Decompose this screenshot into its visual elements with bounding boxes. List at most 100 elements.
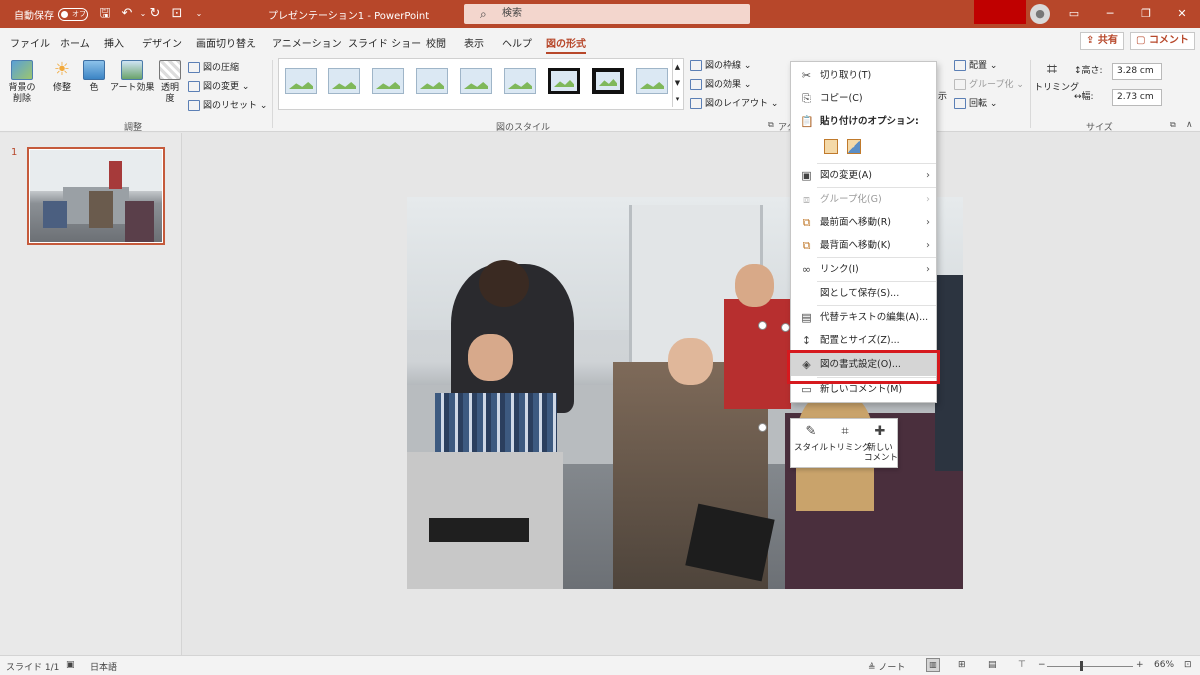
reading-view-icon[interactable]: ▤ xyxy=(988,660,997,670)
remove-background-button[interactable]: 背景の 削除 xyxy=(6,60,38,105)
share-button[interactable]: ⇪ 共有 xyxy=(1080,32,1124,50)
menu-item-send-to-back[interactable]: ⧉ 最背面へ移動(K) › xyxy=(791,234,936,257)
picture-layout-button[interactable]: 図のレイアウト ⌄ xyxy=(690,98,778,110)
comments-button[interactable]: ▢ コメント xyxy=(1130,32,1195,50)
color-button[interactable]: 色 xyxy=(82,60,106,94)
title-bar: 自動保存 オフ 🖫 ↶ ⌄ ↻ ⊡ ⌄ プレゼンテーション1 - PowerPo… xyxy=(0,0,1200,28)
avatar[interactable]: ● xyxy=(1030,4,1050,24)
menu-item-link[interactable]: ∞ リンク(I) › xyxy=(791,258,936,281)
slide-thumbnail[interactable] xyxy=(27,147,165,245)
corrections-button[interactable]: ☀ 修整 xyxy=(48,60,76,94)
picture-style-9[interactable] xyxy=(636,68,668,94)
resize-handle[interactable] xyxy=(758,321,767,330)
artistic-effects-button[interactable]: アート効果 xyxy=(110,60,154,94)
change-picture-button[interactable]: 図の変更 ⌄ xyxy=(188,81,249,93)
minimize-icon[interactable]: ─ xyxy=(1102,6,1118,22)
restore-icon[interactable]: ❐ xyxy=(1138,6,1154,22)
ribbon: 背景の 削除 ☀ 修整 色 アート効果 透明 度 図の圧縮 図の変更 ⌄ 図のリ… xyxy=(0,54,1200,133)
compress-icon xyxy=(188,62,200,73)
picture-style-8[interactable] xyxy=(592,68,624,94)
menu-item-size-and-position[interactable]: ↕ 配置とサイズ(Z)... xyxy=(791,329,936,352)
ribbon-display-icon[interactable]: ▭ xyxy=(1066,6,1082,22)
tab-file[interactable]: ファイル xyxy=(10,35,50,50)
zoom-slider-track[interactable] xyxy=(1047,666,1133,667)
account-area[interactable] xyxy=(974,0,1026,24)
menu-item-copy[interactable]: ⎘ コピー(C) xyxy=(791,87,936,110)
menu-item-cut[interactable]: ✂ 切り取り(T) xyxy=(791,64,936,87)
style-icon: ✎ xyxy=(805,424,817,439)
tab-picture-format[interactable]: 図の形式 xyxy=(546,35,586,54)
language-indicator[interactable]: 日本語 xyxy=(90,660,117,673)
present-from-start-icon[interactable]: ⊡ xyxy=(168,5,186,23)
picture-effects-button[interactable]: 図の効果 ⌄ xyxy=(690,79,751,91)
mini-style-button[interactable]: ✎ スタイル xyxy=(794,424,828,453)
width-label: ↔幅: xyxy=(1074,92,1094,102)
size-dialog-launcher-icon[interactable]: ⧉ xyxy=(1170,120,1176,130)
zoom-level[interactable]: 66% xyxy=(1154,660,1174,670)
save-icon[interactable]: 🖫 xyxy=(96,5,114,23)
zoom-in-icon[interactable]: + xyxy=(1136,660,1144,670)
menu-item-label: 最前面へ移動(R) xyxy=(820,217,892,228)
tab-design[interactable]: デザイン xyxy=(142,35,182,50)
rotate-handle[interactable] xyxy=(781,323,790,332)
copy-icon: ⎘ xyxy=(802,92,811,105)
gallery-more[interactable]: ▾ xyxy=(672,91,682,107)
menu-item-bring-to-front[interactable]: ⧉ 最前面へ移動(R) › xyxy=(791,211,936,234)
notes-button[interactable]: ≜ ノート xyxy=(868,660,905,673)
close-icon[interactable]: ✕ xyxy=(1174,6,1190,22)
picture-border-button[interactable]: 図の枠線 ⌄ xyxy=(690,60,751,72)
height-input[interactable]: 3.28 cm xyxy=(1112,63,1162,80)
compress-pictures-button[interactable]: 図の圧縮 xyxy=(188,62,239,74)
mini-style-label: スタイル xyxy=(794,443,829,453)
tab-help[interactable]: ヘルプ xyxy=(502,35,532,50)
tab-home[interactable]: ホーム xyxy=(60,35,90,50)
paste-as-picture-icon[interactable] xyxy=(847,139,861,154)
paste-icon: 📋 xyxy=(800,115,814,128)
transparency-button[interactable]: 透明 度 xyxy=(158,60,182,105)
picture-style-4[interactable] xyxy=(416,68,448,94)
zoom-out-icon[interactable]: − xyxy=(1038,660,1046,670)
resize-handle[interactable] xyxy=(758,423,767,432)
mini-new-comment-button[interactable]: ✚ 新しい コメント xyxy=(864,424,898,463)
width-icon: ↔ xyxy=(1074,92,1082,102)
picture-style-6[interactable] xyxy=(504,68,536,94)
zoom-slider-thumb[interactable] xyxy=(1080,661,1083,671)
menu-item-edit-alt-text[interactable]: ▤ 代替テキストの編集(A)... xyxy=(791,306,936,329)
tab-review[interactable]: 校閲 xyxy=(426,35,446,50)
picture-style-2[interactable] xyxy=(328,68,360,94)
picture-style-3[interactable] xyxy=(372,68,404,94)
tab-transitions[interactable]: 画面切り替え xyxy=(196,35,256,50)
normal-view-icon[interactable]: ▥ xyxy=(926,658,940,672)
align-button[interactable]: 配置 ⌄ xyxy=(954,60,997,72)
picture-style-7[interactable] xyxy=(548,68,580,94)
menu-item-change-picture[interactable]: ▣ 図の変更(A) › xyxy=(791,164,936,187)
tab-animations[interactable]: アニメーション xyxy=(272,35,342,50)
mini-crop-button[interactable]: ⌗ トリミング xyxy=(828,424,871,453)
group-objects-button[interactable]: グループ化 ⌄ xyxy=(954,79,1024,91)
tab-slideshow[interactable]: スライド ショー xyxy=(348,35,421,50)
remove-background-icon xyxy=(11,60,33,80)
gallery-scroll-up[interactable]: ▲ xyxy=(672,59,682,75)
rotate-button[interactable]: 回転 ⌄ xyxy=(954,98,997,110)
slideshow-view-icon[interactable]: ⊤ xyxy=(1018,660,1026,670)
fit-to-window-icon[interactable]: ⊡ xyxy=(1184,660,1192,670)
reset-picture-button[interactable]: 図のリセット ⌄ xyxy=(188,100,267,112)
tab-view[interactable]: 表示 xyxy=(464,35,484,50)
tab-insert[interactable]: 挿入 xyxy=(104,35,124,50)
menu-item-save-as-picture[interactable]: 図として保存(S)... xyxy=(791,282,936,305)
redo-icon[interactable]: ↻ xyxy=(146,5,164,23)
width-input[interactable]: 2.73 cm xyxy=(1112,89,1162,106)
customize-qat-icon[interactable]: ⌄ xyxy=(190,5,208,23)
document-title: プレゼンテーション1 - PowerPoint xyxy=(268,11,430,22)
paste-keep-icon[interactable] xyxy=(824,139,838,154)
search-box[interactable]: ⌕ 検索 xyxy=(464,4,750,24)
picture-style-1[interactable] xyxy=(285,68,317,94)
autosave-toggle[interactable]: オフ xyxy=(58,8,88,21)
collapse-ribbon-icon[interactable]: ∧ xyxy=(1186,120,1193,130)
dialog-launcher-icon[interactable]: ⧉ xyxy=(768,120,774,130)
picture-style-5[interactable] xyxy=(460,68,492,94)
gallery-scroll-down[interactable]: ▼ xyxy=(672,75,682,91)
crop-button[interactable]: ⌗ トリミング xyxy=(1034,60,1079,94)
slide-sorter-icon[interactable]: ⊞ xyxy=(958,660,966,670)
spellcheck-icon[interactable]: ▣ xyxy=(66,660,75,670)
